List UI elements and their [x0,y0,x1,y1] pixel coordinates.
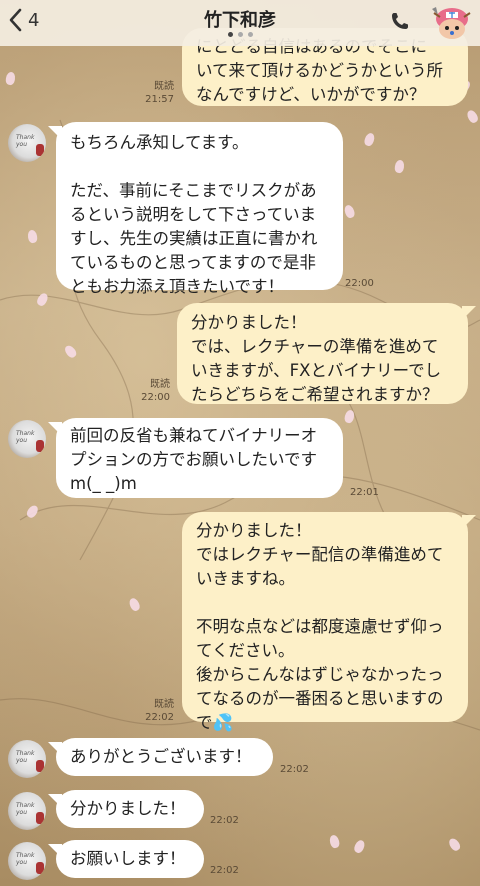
message-bubble[interactable]: 前回の反省も兼ねてバイナリーオ プションの方でお願いしたいです m(_ _)m [56,418,343,498]
message-meta: 既読 22:00 [110,378,170,404]
read-receipt: 既読 [154,81,174,92]
chat-header: 4 竹下和彦 [0,0,480,46]
contact-avatar[interactable]: Thank you [8,792,46,830]
message-bubble[interactable]: もちろん承知してます。 ただ、事前にそこまでリスクがあ るという説明をして下さっ… [56,122,343,296]
page-dot [237,32,243,37]
message-time: 22:00 [141,392,170,403]
contact-avatar[interactable]: Thank you [8,740,46,778]
message-time: 22:01 [350,487,379,498]
message-meta: 既読 22:02 [112,698,174,724]
page-dot [227,32,233,37]
message-bubble[interactable]: お願いします！ [56,840,204,878]
read-receipt: 既読 [154,699,174,710]
contact-avatar[interactable]: Thank you [8,420,46,458]
message-meta: 既読 21:57 [110,80,174,106]
profile-avatar-icon[interactable] [426,5,472,41]
read-receipt: 既読 [150,379,170,390]
contact-avatar[interactable]: Thank you [8,124,46,162]
phone-icon[interactable] [390,11,410,35]
message-bubble[interactable]: 分かりました！ [56,790,204,828]
message-time: 21:57 [145,94,174,105]
message-bubble[interactable]: ありがとうございます！ [56,738,273,776]
message-bubble[interactable]: 分かりました！ ではレクチャー配信の準備進めて いきますね。 不明な点などは都度… [182,512,468,732]
message-time: 22:02 [280,764,309,775]
message-time: 22:02 [145,712,174,723]
message-time: 22:02 [210,865,239,876]
message-time: 22:00 [345,278,374,289]
page-dot [247,32,253,37]
message-bubble[interactable]: 分かりました！ では、レクチャーの準備を進めて いきますが、FXとバイナリーでし… [177,303,468,404]
message-time: 22:02 [210,815,239,826]
contact-avatar[interactable]: Thank you [8,842,46,880]
